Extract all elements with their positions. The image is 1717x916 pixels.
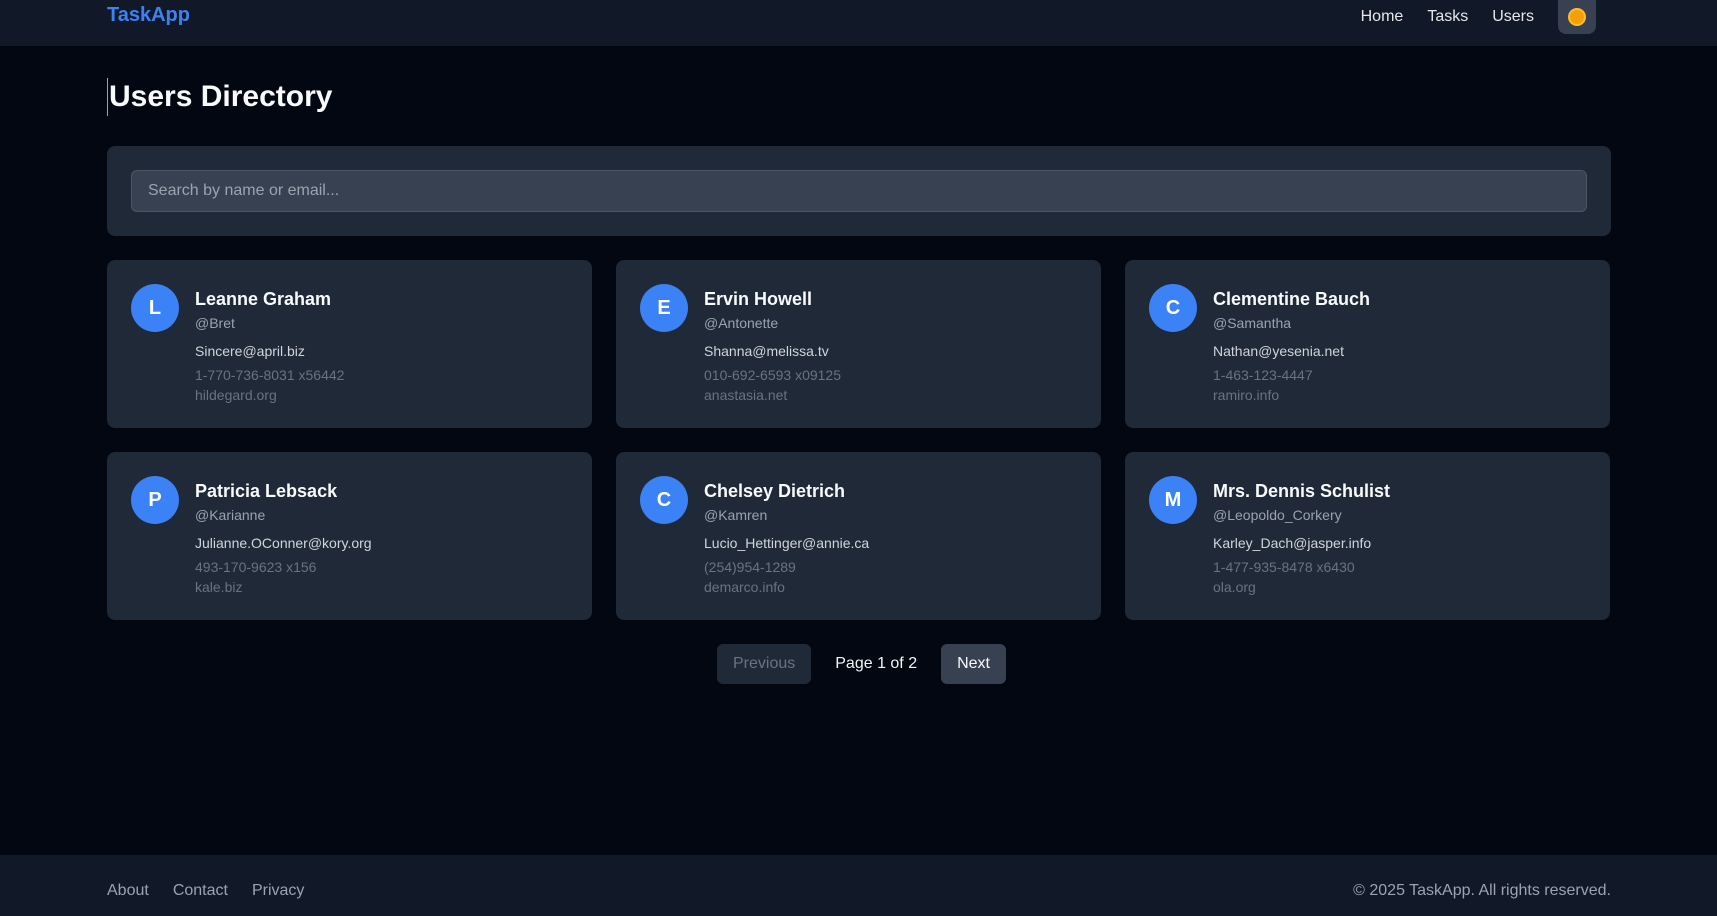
user-website: kale.biz [195,579,243,595]
theme-toggle-button[interactable] [1558,0,1596,34]
footer-links: About Contact Privacy [107,881,328,901]
next-button[interactable]: Next [941,644,1006,684]
copyright: © 2025 TaskApp. All rights reserved. [1353,882,1611,899]
user-info: Mrs. Dennis Schulist @Leopoldo_Corkery K… [1213,480,1390,596]
footer: About Contact Privacy © 2025 TaskApp. Al… [0,855,1717,916]
search-input[interactable] [131,170,1587,212]
user-email: Karley_Dach@jasper.info [1213,535,1372,551]
previous-button[interactable]: Previous [717,644,812,684]
user-grid: L Leanne Graham @Bret Sincere@april.biz … [107,260,1611,620]
user-email: Nathan@yesenia.net [1213,343,1344,359]
user-name: Ervin Howell [704,289,813,309]
user-email: Lucio_Hettinger@annie.ca [704,535,870,551]
user-email: Julianne.OConner@kory.org [195,535,372,551]
user-phone: 493-170-9623 x156 [195,559,317,575]
user-info: Ervin Howell @Antonette Shanna@melissa.t… [704,288,841,404]
user-card[interactable]: M Mrs. Dennis Schulist @Leopoldo_Corkery… [1125,452,1610,620]
user-card[interactable]: C Clementine Bauch @Samantha Nathan@yese… [1125,260,1610,428]
user-phone: 1-770-736-8031 x56442 [195,367,345,383]
user-website: demarco.info [704,579,785,595]
user-phone: 1-463-123-4447 [1213,367,1313,383]
user-username: @Samantha [1213,315,1292,331]
user-name: Mrs. Dennis Schulist [1213,481,1391,501]
user-info: Chelsey Dietrich @Kamren Lucio_Hettinger… [704,480,869,596]
user-info: Clementine Bauch @Samantha Nathan@yeseni… [1213,288,1370,404]
user-username: @Bret [195,315,235,331]
user-email: Shanna@melissa.tv [704,343,829,359]
user-info: Patricia Lebsack @Karianne Julianne.OCon… [195,480,372,596]
nav-link-users[interactable]: Users [1492,7,1534,27]
page-indicator: Page 1 of 2 [835,655,918,672]
avatar: C [640,476,688,524]
nav-link-home[interactable]: Home [1361,7,1404,27]
user-phone: 1-477-935-8478 x6430 [1213,559,1355,575]
page-title: Users Directory [107,78,332,116]
user-username: @Kamren [704,507,768,523]
user-name: Leanne Graham [195,289,332,309]
search-panel [107,146,1611,236]
user-website: anastasia.net [704,387,788,403]
user-username: @Leopoldo_Corkery [1213,507,1342,523]
pagination: Previous Page 1 of 2 Next [717,644,1006,684]
user-info: Leanne Graham @Bret Sincere@april.biz 1-… [195,288,344,404]
avatar: M [1149,476,1197,524]
avatar: E [640,284,688,332]
user-card[interactable]: C Chelsey Dietrich @Kamren Lucio_Hetting… [616,452,1101,620]
user-name: Chelsey Dietrich [704,481,846,501]
user-website: ola.org [1213,579,1256,595]
user-phone: 010-692-6593 x09125 [704,367,842,383]
footer-link-privacy[interactable]: Privacy [252,881,304,901]
brand-logo[interactable]: TaskApp [107,3,190,27]
top-navbar: TaskApp Home Tasks Users [0,0,1717,46]
avatar: C [1149,284,1197,332]
user-website: ramiro.info [1213,387,1280,403]
user-name: Patricia Lebsack [195,481,338,501]
avatar: P [131,476,179,524]
user-card[interactable]: E Ervin Howell @Antonette Shanna@melissa… [616,260,1101,428]
sun-icon [1570,10,1584,24]
avatar: L [131,284,179,332]
user-card[interactable]: L Leanne Graham @Bret Sincere@april.biz … [107,260,592,428]
user-email: Sincere@april.biz [195,343,305,359]
user-website: hildegard.org [195,387,277,403]
user-phone: (254)954-1289 [704,559,796,575]
footer-link-contact[interactable]: Contact [173,881,228,901]
user-username: @Antonette [704,315,779,331]
footer-link-about[interactable]: About [107,881,149,901]
nav-link-tasks[interactable]: Tasks [1427,7,1468,27]
page: TaskApp Home Tasks Users Users Directory… [0,0,1717,916]
user-username: @Karianne [195,507,266,523]
main-nav: Home Tasks Users [1361,0,1596,34]
user-name: Clementine Bauch [1213,289,1371,309]
user-card[interactable]: P Patricia Lebsack @Karianne Julianne.OC… [107,452,592,620]
